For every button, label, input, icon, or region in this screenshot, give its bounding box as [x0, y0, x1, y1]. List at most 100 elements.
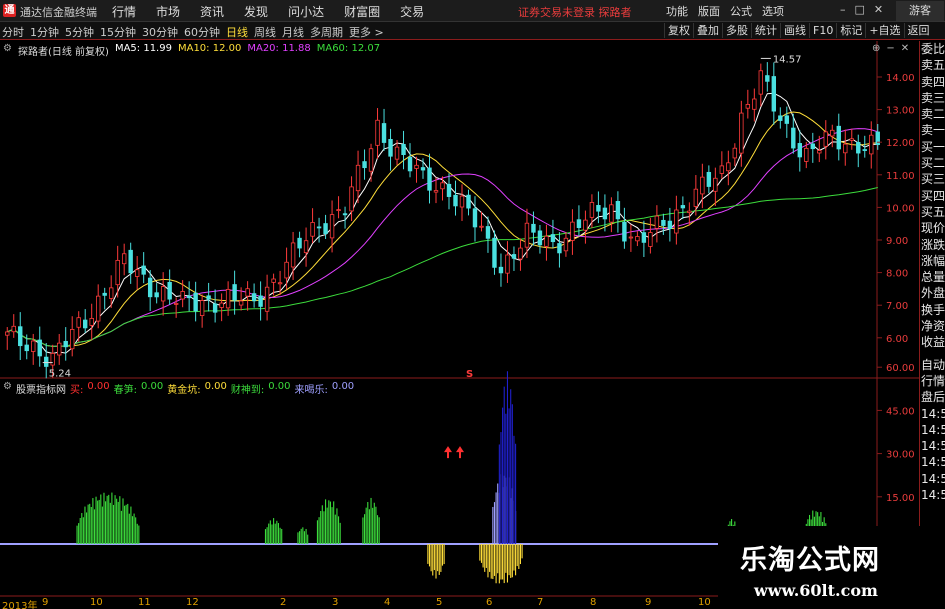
tab-intraday[interactable]: 分时 [2, 24, 24, 40]
candle-body [394, 146, 400, 160]
candle-body [381, 123, 387, 143]
menu-item-function[interactable]: 功能 [666, 3, 688, 19]
tab-multi-period[interactable]: 多周期 [310, 24, 343, 40]
low-price-label: 5.24 [49, 369, 71, 380]
menu-item-wealth[interactable]: 财富圈 [344, 3, 380, 20]
candle-body [557, 243, 562, 254]
candle-body [342, 213, 348, 216]
menu-item-quotes[interactable]: 行情 [112, 3, 136, 20]
panel-label[interactable]: 盘后 [920, 389, 945, 405]
ma10-line [7, 111, 878, 347]
candle-body [784, 115, 790, 124]
panel-label: 买一 [921, 139, 945, 154]
zoom-icon[interactable]: ⊕ [872, 43, 880, 54]
price-tick-label: 9.00 [886, 236, 908, 247]
tab-monthly[interactable]: 月线 [282, 24, 304, 40]
window-controls: – □ ✕ [840, 3, 892, 16]
date-tick: 10 [698, 597, 711, 608]
panel-label[interactable]: 行情 [920, 373, 945, 389]
ma5-label: MA5: 11.99 [114, 43, 172, 54]
multi-stock-button[interactable]: 多股 [722, 23, 751, 38]
app-title: 通达信金融终端 [20, 6, 97, 19]
right-menu: 功能 版面 公式 选项 [666, 3, 794, 19]
menu-item-options[interactable]: 选项 [762, 3, 784, 19]
minimize-icon[interactable]: – [840, 3, 846, 16]
overlay-button[interactable]: 叠加 [693, 23, 722, 38]
candle-body [368, 148, 374, 172]
gear-icon[interactable]: ⚙ [3, 43, 12, 58]
candle-body [199, 300, 205, 316]
tab-weekly[interactable]: 周线 [254, 24, 276, 40]
statistics-button[interactable]: 统计 [751, 23, 780, 38]
candle-body [700, 176, 705, 195]
watermark: 乐淘公式网 www.60lt.com [718, 526, 945, 609]
candle-body [420, 167, 426, 171]
candle-body [128, 249, 133, 274]
candle-body [797, 143, 802, 158]
candle-body [466, 194, 471, 209]
candle-body [498, 266, 504, 274]
tab-30min[interactable]: 30分钟 [142, 24, 178, 40]
tab-60min[interactable]: 60分钟 [184, 24, 220, 40]
menu-item-trade[interactable]: 交易 [400, 3, 424, 20]
draw-line-button[interactable]: 画线 [780, 23, 809, 38]
candle-body [524, 222, 530, 248]
menu-item-formula[interactable]: 公式 [730, 3, 752, 19]
candle-body [316, 226, 322, 229]
candle-body [459, 195, 465, 208]
candle-body [83, 319, 88, 329]
back-button[interactable]: 返回 [903, 23, 933, 38]
panel-label[interactable]: 自动 [920, 357, 945, 373]
candle-body [167, 281, 172, 300]
menu-item-news[interactable]: 资讯 [200, 3, 224, 20]
ma10-label: MA10: 12.00 [177, 43, 242, 54]
menu-item-market[interactable]: 市场 [156, 3, 180, 20]
close-chart-icon[interactable]: ✕ [901, 43, 909, 54]
menu-item-layout[interactable]: 版面 [698, 3, 720, 19]
candle-body [219, 302, 224, 308]
candle-body [544, 235, 549, 247]
panel-label: 涨幅 [921, 253, 945, 268]
candle-body [95, 295, 101, 322]
tab-more[interactable]: 更多 > [349, 24, 384, 40]
maximize-icon[interactable]: □ [855, 3, 865, 16]
tab-1min[interactable]: 1分钟 [30, 24, 59, 40]
candle-body [264, 286, 270, 312]
guest-button[interactable]: 游客 [896, 1, 944, 21]
candle-body [836, 125, 841, 150]
mark-button[interactable]: 标记 [836, 23, 865, 38]
menu-item-discover[interactable]: 发现 [244, 3, 268, 20]
add-watchlist-button[interactable]: +自选 [865, 23, 903, 38]
indicator-tick-label: 30.00 [886, 450, 915, 461]
tab-5min[interactable]: 5分钟 [65, 24, 94, 40]
f10-button[interactable]: F10 [809, 23, 836, 38]
candle-body [661, 219, 666, 226]
watermark-name: 乐淘公式网 [740, 545, 880, 576]
watermark-url: www.60lt.com [754, 581, 878, 600]
date-tick: 12 [186, 597, 199, 608]
kline-chart[interactable]: 14.00 13.00 12.00 11.00 10.00 9.00 8.00 7.00 6.0… [0, 41, 919, 597]
indicator-gear-icon[interactable]: ⚙ [3, 381, 12, 396]
tab-daily[interactable]: 日线 [226, 24, 248, 40]
panel-label: 卖四 [921, 74, 945, 89]
menu-item-ask[interactable]: 问小达 [288, 3, 324, 20]
tab-15min[interactable]: 15分钟 [100, 24, 136, 40]
candle-body [856, 141, 861, 154]
panel-time: 14:50 [921, 406, 945, 421]
date-tick: 6 [486, 597, 493, 608]
price-tick-label: 14.00 [886, 73, 915, 84]
laihele-value: 0.00 [331, 381, 355, 392]
candle-body [31, 340, 36, 352]
indicator-tick-label: 60.00 [886, 363, 915, 374]
panel-time: 14:50 [921, 455, 945, 470]
candle-body [57, 342, 62, 356]
close-icon[interactable]: ✕ [874, 3, 883, 16]
candle-body [303, 240, 309, 254]
candle-body [680, 205, 686, 209]
candle-body [583, 219, 588, 231]
panel-time: 14:50 [921, 439, 945, 454]
minimize-chart-icon[interactable]: − [886, 43, 894, 54]
login-notice[interactable]: 证券交易未登录 探路者 [518, 4, 632, 20]
chart-annotations: 14.57 5.24 S [42, 54, 801, 459]
adjust-button[interactable]: 复权 [664, 23, 693, 38]
